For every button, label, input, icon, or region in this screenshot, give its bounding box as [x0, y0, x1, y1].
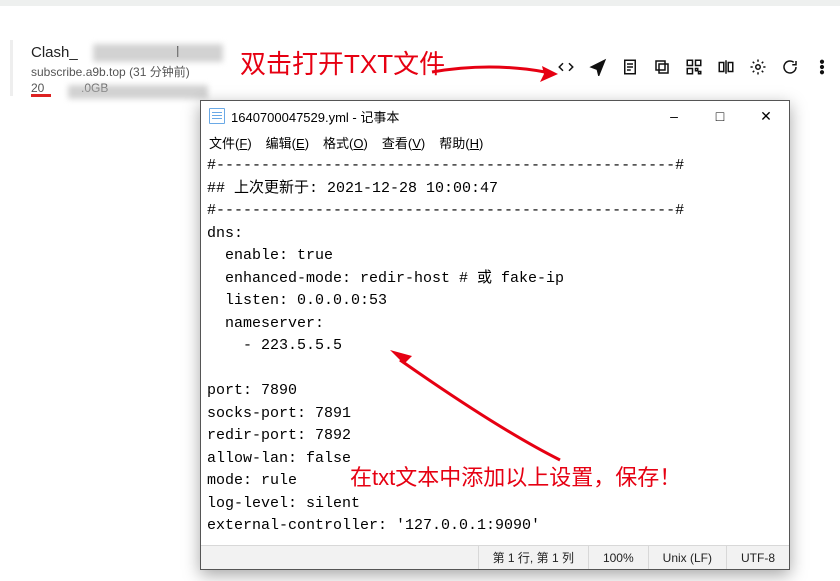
menu-format[interactable]: 格式(O) — [323, 133, 368, 152]
annotation-open-txt: 双击打开TXT文件 — [240, 44, 445, 81]
refresh-icon[interactable] — [779, 56, 801, 78]
profile-card[interactable]: Clash_ l subscribe.a9b.top (31 分钟前) 20 .… — [10, 40, 230, 96]
profile-title: Clash_ — [31, 44, 78, 61]
status-enc: UTF-8 — [726, 546, 789, 569]
mirror-icon[interactable] — [715, 56, 737, 78]
code-icon[interactable] — [555, 56, 577, 78]
file-icon[interactable] — [619, 56, 641, 78]
menu-edit[interactable]: 编辑(E) — [266, 133, 309, 152]
top-bar — [0, 0, 840, 6]
menu-help[interactable]: 帮助(H) — [439, 133, 483, 152]
menubar: 文件(F) 编辑(E) 格式(O) 查看(V) 帮助(H) — [201, 131, 789, 153]
close-button[interactable]: ✕ — [743, 101, 789, 131]
titlebar[interactable]: 1640700047529.yml - 记事本 – □ ✕ — [201, 101, 789, 131]
usage-bar — [31, 94, 51, 97]
annotation-add-settings: 在txt文本中添加以上设置，保存！ — [350, 460, 681, 492]
copy-icon[interactable] — [651, 56, 673, 78]
maximize-button[interactable]: □ — [697, 101, 743, 131]
notepad-window: 1640700047529.yml - 记事本 – □ ✕ 文件(F) 编辑(E… — [200, 100, 790, 570]
arrow-icon — [430, 60, 560, 90]
qr-icon[interactable] — [683, 56, 705, 78]
more-icon[interactable] — [811, 56, 833, 78]
blur-region — [93, 44, 223, 62]
status-eol: Unix (LF) — [648, 546, 726, 569]
profile-usage-left: 20 — [31, 81, 44, 95]
status-pos: 第 1 行, 第 1 列 — [478, 546, 588, 569]
window-title: 1640700047529.yml - 记事本 — [231, 107, 399, 126]
profile-subtitle: subscribe.a9b.top (31 分钟前) — [31, 63, 222, 80]
blur-region — [68, 85, 208, 99]
gear-icon[interactable] — [747, 56, 769, 78]
minimize-button[interactable]: – — [651, 101, 697, 131]
menu-file[interactable]: 文件(F) — [209, 133, 252, 152]
statusbar: 第 1 行, 第 1 列 100% Unix (LF) UTF-8 — [201, 545, 789, 569]
toolbar — [555, 56, 833, 78]
send-icon[interactable] — [587, 56, 609, 78]
document-icon — [209, 108, 225, 124]
status-zoom: 100% — [588, 546, 648, 569]
menu-view[interactable]: 查看(V) — [382, 133, 425, 152]
